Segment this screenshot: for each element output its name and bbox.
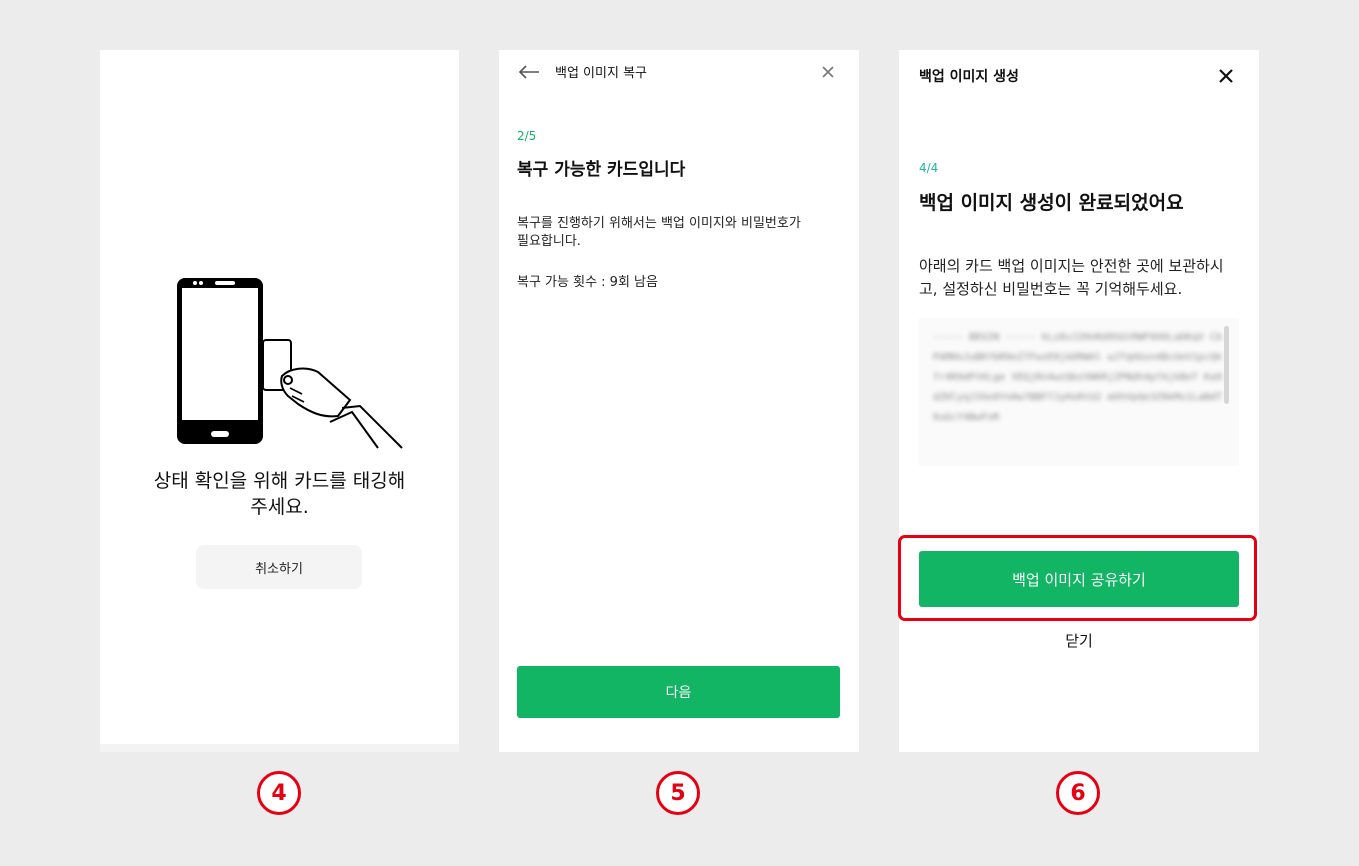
- step-badge-4: 4: [257, 771, 301, 815]
- header-title: 백업 이미지 생성: [919, 69, 1019, 85]
- close-icon[interactable]: [1214, 64, 1238, 88]
- phone-card-tag-illustration: [177, 278, 403, 449]
- attempts-remaining: 복구 가능 횟수 : 9회 남음: [517, 275, 658, 290]
- close-icon[interactable]: [816, 60, 840, 84]
- preview-scrollbar[interactable]: [1224, 326, 1229, 404]
- step-indicator: 4/4: [919, 161, 939, 175]
- header-title: 백업 이미지 복구: [555, 66, 647, 81]
- page-title: 백업 이미지 생성이 완료되었어요: [919, 192, 1184, 214]
- bottom-strip: [100, 744, 459, 752]
- page-title: 복구 가능한 카드입니다: [517, 160, 686, 180]
- description: 아래의 카드 백업 이미지는 안전한 곳에 보관하시 고, 설정하신 비밀번호는…: [919, 257, 1224, 298]
- next-button[interactable]: 다음: [517, 666, 840, 718]
- backup-image-preview: ----- BEGIN ----- kLz8vJ2HnRd9SGtRWF0X6L…: [919, 318, 1239, 466]
- tag-instruction: 상태 확인을 위해 카드를 태깅해 주세요.: [153, 470, 406, 518]
- blurred-backup-data: ----- BEGIN ----- kLz8vJ2HnRd9SGtRWF0X6L…: [933, 332, 1222, 423]
- description: 복구를 진행하기 위해서는 백업 이미지와 비밀번호가 필요합니다.: [517, 216, 801, 249]
- screen-backup-restore: 백업 이미지 복구 2/5 복구 가능한 카드입니다 복구를 진행하기 위해서는…: [499, 50, 859, 752]
- step-badge-6: 6: [1056, 771, 1100, 815]
- cancel-button[interactable]: 취소하기: [196, 545, 362, 589]
- highlight-box: [898, 535, 1257, 621]
- screen-card-tagging: 상태 확인을 위해 카드를 태깅해 주세요. 취소하기: [100, 50, 459, 752]
- screen-backup-created: 백업 이미지 생성 4/4 백업 이미지 생성이 완료되었어요 아래의 카드 백…: [899, 50, 1259, 752]
- step-badge-5: 5: [656, 771, 700, 815]
- close-link[interactable]: 닫기: [899, 630, 1259, 651]
- step-indicator: 2/5: [517, 129, 537, 143]
- back-arrow-icon[interactable]: [517, 60, 541, 84]
